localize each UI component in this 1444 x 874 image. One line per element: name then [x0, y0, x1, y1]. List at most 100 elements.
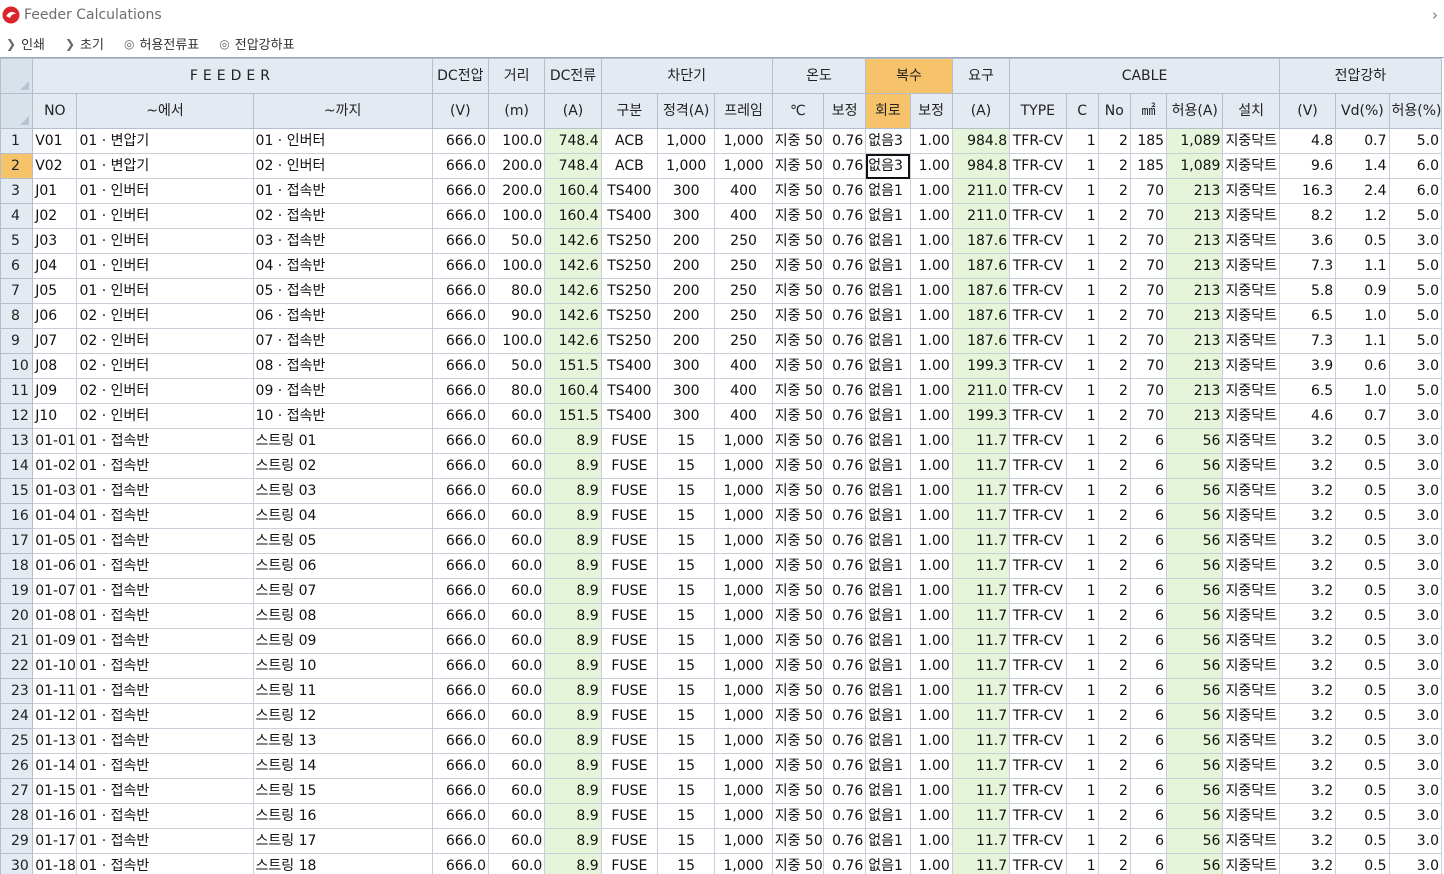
cell-c[interactable]: 1 — [1066, 629, 1098, 654]
cell-allow[interactable]: 213 — [1167, 304, 1223, 329]
cell-mcorr[interactable]: 1.00 — [910, 754, 952, 779]
cell-sq[interactable]: 6 — [1130, 679, 1166, 704]
cell-req[interactable]: 11.7 — [952, 579, 1009, 604]
cell-dci[interactable]: 8.9 — [545, 504, 601, 529]
cell-type[interactable]: FUSE — [601, 479, 657, 504]
cell-temp[interactable]: 지중 50 — [772, 579, 823, 604]
cell-temp[interactable]: 지중 50 — [772, 404, 823, 429]
cell-req[interactable]: 11.7 — [952, 854, 1009, 874]
cell-from[interactable]: 01 · 접속반 — [77, 679, 253, 704]
cell-c[interactable]: 1 — [1066, 454, 1098, 479]
cell-req[interactable]: 11.7 — [952, 504, 1009, 529]
cell-install[interactable]: 지중닥트 — [1223, 204, 1279, 229]
cell-vd_pct[interactable]: 0.5 — [1336, 754, 1389, 779]
cell-temp[interactable]: 지중 50 — [772, 679, 823, 704]
cell-dcv[interactable]: 666.0 — [432, 454, 488, 479]
cell-ctype[interactable]: TFR-CV — [1010, 829, 1066, 854]
cell-mcorr[interactable]: 1.00 — [910, 404, 952, 429]
cell-frame[interactable]: 250 — [715, 229, 772, 254]
cell-rating[interactable]: 300 — [658, 204, 715, 229]
cell-vd_v[interactable]: 6.5 — [1279, 304, 1335, 329]
cell-sq[interactable]: 6 — [1130, 554, 1166, 579]
cell-dci[interactable]: 8.9 — [545, 479, 601, 504]
cell-dcv[interactable]: 666.0 — [432, 429, 488, 454]
cell-to[interactable]: 스트링 04 — [253, 504, 432, 529]
cell-allow[interactable]: 213 — [1167, 379, 1223, 404]
cell-frame[interactable]: 1,000 — [715, 704, 772, 729]
cell-tcorr[interactable]: 0.76 — [824, 504, 866, 529]
cell-no[interactable]: J07 — [33, 329, 77, 354]
cell-to[interactable]: 스트링 11 — [253, 679, 432, 704]
cell-type[interactable]: FUSE — [601, 454, 657, 479]
cell-rating[interactable]: 15 — [658, 854, 715, 874]
cell-dist[interactable]: 60.0 — [488, 804, 544, 829]
cell-circuit[interactable]: 없음1 — [866, 204, 910, 229]
cell-vd_pct[interactable]: 0.5 — [1336, 654, 1389, 679]
table-row[interactable]: 2501-1301 · 접속반스트링 13666.060.08.9FUSE151… — [1, 729, 1442, 754]
cell-from[interactable]: 01 · 변압기 — [77, 154, 253, 179]
cell-to[interactable]: 스트링 01 — [253, 429, 432, 454]
cell-cno[interactable]: 2 — [1098, 554, 1130, 579]
table-row[interactable]: 3001-1801 · 접속반스트링 18666.060.08.9FUSE151… — [1, 854, 1442, 874]
toolbar-button-1[interactable]: ❯초기 — [65, 34, 104, 53]
cell-frame[interactable]: 1,000 — [715, 554, 772, 579]
table-row[interactable]: 1901-0701 · 접속반스트링 07666.060.08.9FUSE151… — [1, 579, 1442, 604]
cell-no[interactable]: 01-09 — [33, 629, 77, 654]
cell-circuit[interactable]: 없음1 — [866, 829, 910, 854]
cell-req[interactable]: 11.7 — [952, 454, 1009, 479]
cell-tcorr[interactable]: 0.76 — [824, 479, 866, 504]
cell-allow_pct[interactable]: 3.0 — [1389, 529, 1441, 554]
cell-to[interactable]: 02 · 접속반 — [253, 204, 432, 229]
cell-cno[interactable]: 2 — [1098, 304, 1130, 329]
cell-frame[interactable]: 1,000 — [715, 804, 772, 829]
cell-vd_v[interactable]: 3.2 — [1279, 454, 1335, 479]
cell-mcorr[interactable]: 1.00 — [910, 779, 952, 804]
cell-allow_pct[interactable]: 3.0 — [1389, 654, 1441, 679]
cell-dci[interactable]: 142.6 — [545, 254, 601, 279]
cell-no[interactable]: V01 — [33, 129, 77, 154]
cell-frame[interactable]: 250 — [715, 304, 772, 329]
cell-rating[interactable]: 200 — [658, 279, 715, 304]
cell-c[interactable]: 1 — [1066, 154, 1098, 179]
cell-ctype[interactable]: TFR-CV — [1010, 254, 1066, 279]
cell-allow_pct[interactable]: 3.0 — [1389, 804, 1441, 829]
cell-dist[interactable]: 60.0 — [488, 479, 544, 504]
cell-tcorr[interactable]: 0.76 — [824, 354, 866, 379]
cell-vd_pct[interactable]: 0.5 — [1336, 554, 1389, 579]
cell-req[interactable]: 11.7 — [952, 629, 1009, 654]
cell-vd_v[interactable]: 5.8 — [1279, 279, 1335, 304]
cell-install[interactable]: 지중닥트 — [1223, 779, 1279, 804]
cell-ctype[interactable]: TFR-CV — [1010, 129, 1066, 154]
cell-allow_pct[interactable]: 3.0 — [1389, 554, 1441, 579]
cell-tcorr[interactable]: 0.76 — [824, 454, 866, 479]
cell-allow_pct[interactable]: 5.0 — [1389, 204, 1441, 229]
cell-req[interactable]: 211.0 — [952, 204, 1009, 229]
cell-temp[interactable]: 지중 50 — [772, 554, 823, 579]
cell-cno[interactable]: 2 — [1098, 604, 1130, 629]
cell-sq[interactable]: 6 — [1130, 629, 1166, 654]
cell-sq[interactable]: 70 — [1130, 379, 1166, 404]
cell-temp[interactable]: 지중 50 — [772, 854, 823, 874]
cell-cno[interactable]: 2 — [1098, 254, 1130, 279]
cell-dci[interactable]: 142.6 — [545, 279, 601, 304]
cell-allow_pct[interactable]: 3.0 — [1389, 779, 1441, 804]
cell-frame[interactable]: 1,000 — [715, 529, 772, 554]
cell-dcv[interactable]: 666.0 — [432, 729, 488, 754]
cell-vd_v[interactable]: 4.6 — [1279, 404, 1335, 429]
cell-temp[interactable]: 지중 50 — [772, 329, 823, 354]
cell-from[interactable]: 01 · 접속반 — [77, 779, 253, 804]
cell-req[interactable]: 11.7 — [952, 754, 1009, 779]
cell-from[interactable]: 01 · 접속반 — [77, 804, 253, 829]
cell-dist[interactable]: 60.0 — [488, 654, 544, 679]
cell-dci[interactable]: 8.9 — [545, 629, 601, 654]
cell-rating[interactable]: 15 — [658, 604, 715, 629]
cell-sq[interactable]: 70 — [1130, 229, 1166, 254]
cell-dci[interactable]: 8.9 — [545, 679, 601, 704]
cell-dci[interactable]: 8.9 — [545, 604, 601, 629]
table-row[interactable]: 4J0201 · 인버터02 · 접속반666.0100.0160.4TS400… — [1, 204, 1442, 229]
cell-sq[interactable]: 6 — [1130, 829, 1166, 854]
table-row[interactable]: 6J0401 · 인버터04 · 접속반666.0100.0142.6TS250… — [1, 254, 1442, 279]
cell-install[interactable]: 지중닥트 — [1223, 679, 1279, 704]
cell-allow[interactable]: 1,089 — [1167, 129, 1223, 154]
cell-circuit[interactable]: 없음3 — [866, 154, 910, 179]
